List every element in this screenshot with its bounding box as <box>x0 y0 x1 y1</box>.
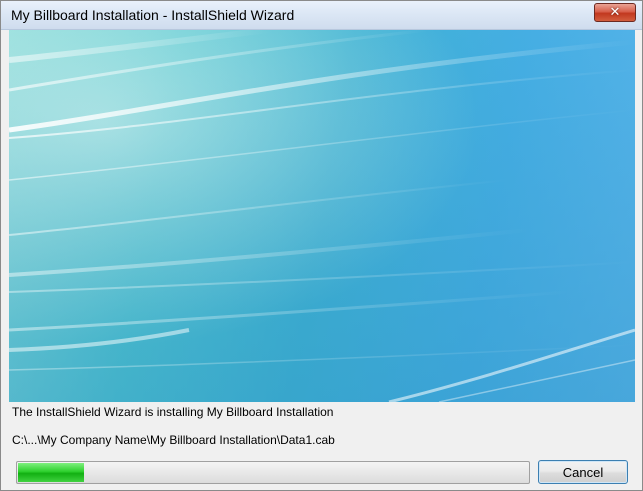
cancel-button[interactable]: Cancel <box>538 460 628 484</box>
title-bar[interactable]: My Billboard Installation - InstallShiel… <box>1 1 642 30</box>
install-status-text: The InstallShield Wizard is installing M… <box>12 405 334 419</box>
billboard-image <box>9 30 635 402</box>
close-button[interactable]: ✕ <box>594 3 636 22</box>
install-progress-bar <box>16 461 530 484</box>
current-file-path: C:\...\My Company Name\My Billboard Inst… <box>12 433 335 447</box>
installshield-wizard-window: My Billboard Installation - InstallShiel… <box>0 0 643 491</box>
billboard-graphic <box>9 30 635 402</box>
window-title: My Billboard Installation - InstallShiel… <box>11 7 295 23</box>
close-icon: ✕ <box>609 5 621 20</box>
progress-fill <box>18 463 84 482</box>
